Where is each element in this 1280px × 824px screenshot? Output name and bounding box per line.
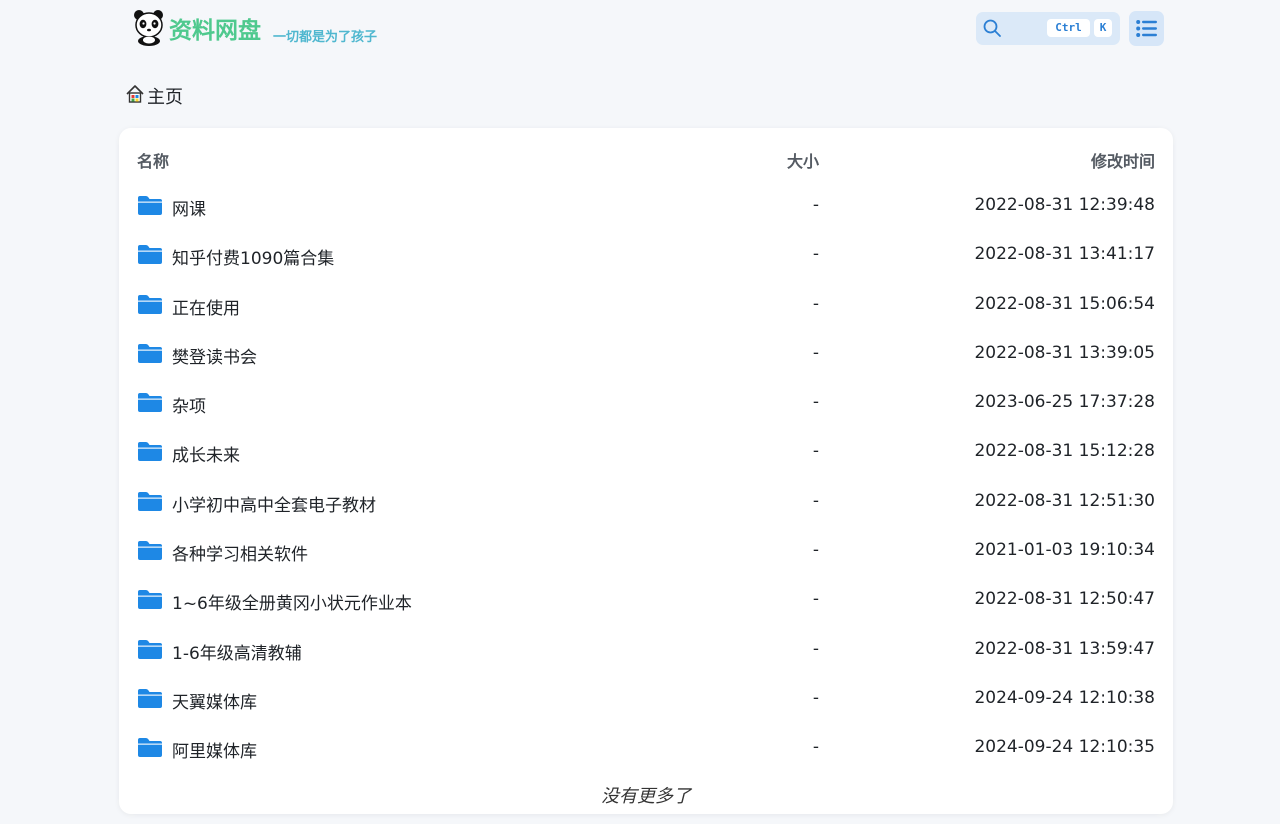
table-row[interactable]: 杂项 - 2023-06-25 17:37:28 [119, 380, 1173, 429]
file-modified-time: 2022-08-31 15:06:54 [974, 293, 1155, 314]
file-size: - [812, 638, 819, 659]
search-icon [982, 18, 1002, 42]
table-row[interactable]: 阿里媒体库 - 2024-09-24 12:10:35 [119, 725, 1173, 774]
folder-icon [137, 294, 163, 319]
folder-icon [137, 343, 163, 368]
file-size: - [812, 293, 819, 314]
file-modified-time: 2022-08-31 13:39:05 [974, 342, 1155, 363]
file-modified-time: 2022-08-31 12:51:30 [974, 490, 1155, 511]
table-row[interactable]: 知乎付费1090篇合集 - 2022-08-31 13:41:17 [119, 232, 1173, 281]
table-row[interactable]: 1-6年级高清教辅 - 2022-08-31 13:59:47 [119, 627, 1173, 676]
folder-icon [137, 392, 163, 417]
folder-icon [137, 639, 163, 664]
file-name[interactable]: 网课 [172, 195, 206, 220]
folder-icon [137, 540, 163, 565]
file-name[interactable]: 天翼媒体库 [172, 688, 257, 713]
file-size: - [812, 392, 819, 413]
menu-button[interactable] [1129, 11, 1164, 46]
shortcut-ctrl-key: Ctrl [1047, 19, 1090, 37]
file-modified-time: 2021-01-03 19:10:34 [974, 540, 1155, 561]
folder-icon [137, 491, 163, 516]
table-row[interactable]: 网课 - 2022-08-31 12:39:48 [119, 183, 1173, 232]
top-header: 资料网盘 一切都是为了孩子 Ctrl K [0, 0, 1280, 64]
file-size: - [812, 490, 819, 511]
logo-slogan: 一切都是为了孩子 [273, 30, 378, 45]
site-logo[interactable]: 资料网盘 一切都是为了孩子 [133, 8, 377, 46]
file-modified-time: 2022-08-31 13:59:47 [974, 638, 1155, 659]
file-modified-time: 2024-09-24 12:10:38 [974, 687, 1155, 708]
file-name[interactable]: 小学初中高中全套电子教材 [172, 491, 376, 516]
file-name[interactable]: 1-6年级高清教辅 [172, 639, 302, 664]
folder-icon [137, 195, 163, 220]
file-rows: 网课 - 2022-08-31 12:39:48 知乎付费1090篇合集 - 2022-0… [119, 183, 1173, 775]
table-row[interactable]: 成长未来 - 2022-08-31 15:12:28 [119, 429, 1173, 478]
table-row[interactable]: 樊登读书会 - 2022-08-31 13:39:05 [119, 331, 1173, 380]
file-size: - [812, 589, 819, 610]
file-size: - [812, 244, 819, 265]
file-modified-time: 2022-08-31 12:39:48 [974, 195, 1155, 215]
file-name[interactable]: 1~6年级全册黄冈小状元作业本 [172, 589, 412, 614]
file-name[interactable]: 各种学习相关软件 [172, 540, 308, 565]
file-name[interactable]: 知乎付费1090篇合集 [172, 244, 334, 269]
shortcut-k-key: K [1094, 19, 1112, 37]
file-size: - [812, 441, 819, 462]
file-name[interactable]: 阿里媒体库 [172, 737, 257, 762]
no-more-note: 没有更多了 [601, 786, 691, 807]
column-header-size[interactable]: 大小 [787, 148, 819, 172]
table-row[interactable]: 正在使用 - 2022-08-31 15:06:54 [119, 282, 1173, 331]
table-header: 名称 大小 修改时间 [119, 146, 1173, 172]
file-size: - [812, 737, 819, 758]
file-name[interactable]: 正在使用 [172, 294, 240, 319]
table-row[interactable]: 1~6年级全册黄冈小状元作业本 - 2022-08-31 12:50:47 [119, 577, 1173, 626]
file-size: - [812, 342, 819, 363]
file-modified-time: 2024-09-24 12:10:35 [974, 737, 1155, 758]
file-size: - [812, 687, 819, 708]
breadcrumb: 主页 [125, 84, 183, 108]
table-row[interactable]: 小学初中高中全套电子教材 - 2022-08-31 12:51:30 [119, 479, 1173, 528]
table-row[interactable]: 各种学习相关软件 - 2021-01-03 19:10:34 [119, 528, 1173, 577]
column-header-name[interactable]: 名称 [137, 148, 169, 172]
table-row[interactable]: 天翼媒体库 - 2024-09-24 12:10:38 [119, 676, 1173, 725]
file-name[interactable]: 樊登读书会 [172, 343, 257, 368]
logo-name: 资料网盘 [169, 17, 261, 44]
column-header-modified[interactable]: 修改时间 [1091, 148, 1155, 172]
folder-icon [137, 441, 163, 466]
breadcrumb-home-link[interactable]: 主页 [147, 83, 183, 109]
folder-icon [137, 737, 163, 762]
folder-icon [137, 244, 163, 269]
home-icon [125, 84, 145, 108]
folder-icon [137, 589, 163, 614]
search-button[interactable]: Ctrl K [976, 12, 1120, 45]
panda-icon [133, 8, 167, 46]
file-name[interactable]: 杂项 [172, 392, 206, 417]
file-name[interactable]: 成长未来 [172, 441, 240, 466]
file-list-card: 名称 大小 修改时间 网课 - 2022-08-31 12:39:48 知乎付费109… [119, 128, 1173, 814]
folder-icon [137, 688, 163, 713]
file-size: - [812, 540, 819, 561]
file-modified-time: 2022-08-31 13:41:17 [974, 244, 1155, 265]
file-modified-time: 2022-08-31 15:12:28 [974, 441, 1155, 462]
file-size: - [812, 195, 819, 215]
file-modified-time: 2022-08-31 12:50:47 [974, 589, 1155, 610]
file-modified-time: 2023-06-25 17:37:28 [974, 392, 1155, 413]
